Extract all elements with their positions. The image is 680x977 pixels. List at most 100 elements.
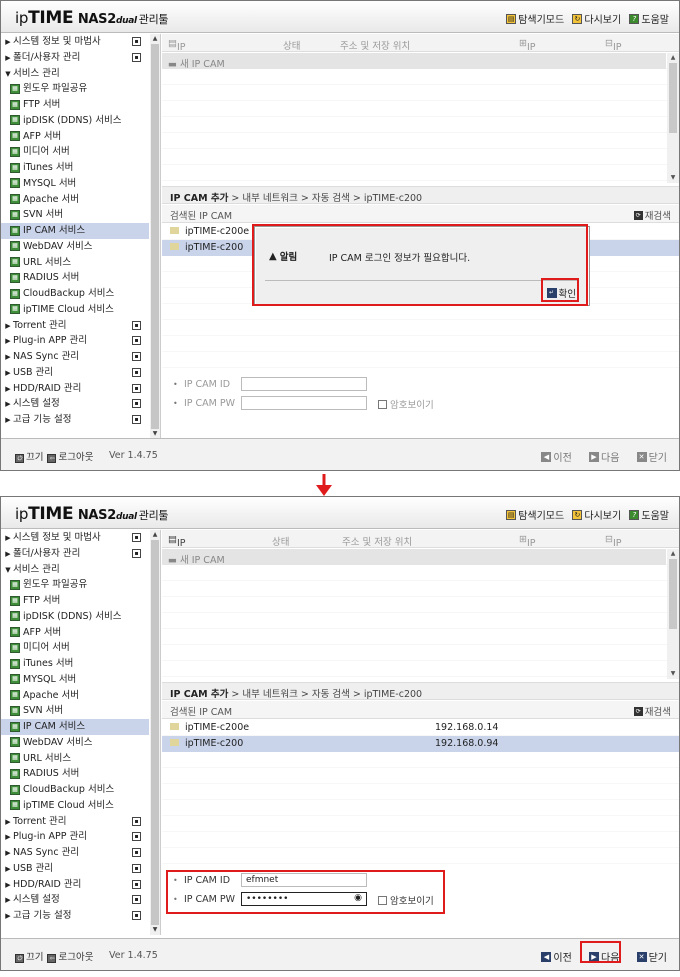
new-camera-row[interactable]: ▬ 새 IP CAM xyxy=(162,549,666,566)
col-name[interactable]: ▤ IP CAM 이름 xyxy=(168,534,198,574)
col-path[interactable]: 주소 및 저장 위치 xyxy=(342,534,412,548)
sidebar-item[interactable]: ▶ Torrent 관리 ▪ xyxy=(1,318,149,334)
sidebar-item[interactable]: ▦ IP CAM 서비스 xyxy=(1,223,149,239)
sidebar-item[interactable]: ▦ iTunes 서버 xyxy=(1,160,149,176)
caret-right-icon: ▶ xyxy=(5,321,11,330)
service-icon: ▦ xyxy=(10,737,20,748)
help-link[interactable]: ? 도움말 xyxy=(629,507,669,522)
sidebar-item[interactable]: ▶ 시스템 정보 및 마법사 ▪ xyxy=(1,530,149,546)
col-status[interactable]: 상태 xyxy=(272,534,289,548)
sidebar-item[interactable]: ▶ Plug-in APP 관리 ▪ xyxy=(1,333,149,349)
pw-input[interactable] xyxy=(241,396,367,410)
sidebar-item[interactable]: ▦ RADIUS 서버 xyxy=(1,766,149,782)
sidebar-item[interactable]: ▶ HDD/RAID 관리 ▪ xyxy=(1,877,149,893)
logout-button[interactable]: ⇦ 로그아웃 xyxy=(43,452,93,463)
sidebar-item[interactable]: ▦ iTunes 서버 xyxy=(1,656,149,672)
delete-camera-button[interactable]: ⊟ IP CAM 삭제 xyxy=(605,534,634,574)
sidebar-item[interactable]: ▦ RADIUS 서버 xyxy=(1,270,149,286)
refresh-link[interactable]: ↻ 다시보기 xyxy=(572,507,621,522)
sidebar-item[interactable]: ▦ IP CAM 서비스 xyxy=(1,719,149,735)
sidebar-item[interactable]: ▦ 미디어 서버 xyxy=(1,144,149,160)
sidebar-item[interactable]: ▦ MYSQL 서버 xyxy=(1,176,149,192)
sidebar-item[interactable]: ▦ CloudBackup 서비스 xyxy=(1,782,149,798)
add-camera-button[interactable]: ⊞ IP CAM 추가 xyxy=(519,38,548,78)
sidebar-item[interactable]: ▶ Torrent 관리 ▪ xyxy=(1,814,149,830)
sidebar-item[interactable]: ▦ ipTIME Cloud 서비스 xyxy=(1,302,149,318)
camera-table-scrollbar[interactable]: ▲ ▼ xyxy=(667,549,679,679)
sidebar-item[interactable]: ▶ 시스템 설정 ▪ xyxy=(1,396,149,412)
sidebar-item[interactable]: ▦ FTP 서버 xyxy=(1,593,149,609)
next-button[interactable]: ▶ 다음 xyxy=(587,448,621,465)
add-camera-button[interactable]: ⊞ IP CAM 추가 xyxy=(519,534,548,574)
sidebar-item[interactable]: ▦ 윈도우 파일공유 xyxy=(1,577,149,593)
sidebar-item[interactable]: ▦ ipDISK (DDNS) 서비스 xyxy=(1,609,149,625)
sidebar-item[interactable]: ▦ 미디어 서버 xyxy=(1,640,149,656)
show-password-checkbox[interactable]: 암호보이기 xyxy=(378,893,434,907)
col-path[interactable]: 주소 및 저장 위치 xyxy=(340,38,410,52)
explorer-mode-link[interactable]: ▤ 탐색기모드 xyxy=(506,507,564,522)
sidebar-scrollbar[interactable]: ▲ ▼ xyxy=(150,34,160,439)
explorer-mode-link[interactable]: ▤ 탐색기모드 xyxy=(506,11,564,26)
sidebar-item[interactable]: ▦ MYSQL 서버 xyxy=(1,672,149,688)
close-button[interactable]: ✕ 닫기 xyxy=(635,448,669,465)
col-name[interactable]: ▤ IP CAM 이름 xyxy=(168,38,198,78)
sidebar-scrollbar[interactable]: ▲ ▼ xyxy=(150,530,160,935)
refresh-link[interactable]: ↻ 다시보기 xyxy=(572,11,621,26)
sidebar-item[interactable]: ▶ 폴더/사용자 관리 ▪ xyxy=(1,546,149,562)
sidebar-item[interactable]: ▦ AFP 서버 xyxy=(1,625,149,641)
sidebar-item[interactable]: ▦ URL 서비스 xyxy=(1,255,149,271)
show-password-checkbox[interactable]: 암호보이기 xyxy=(378,397,434,411)
usb-icon: ▪ xyxy=(132,367,141,377)
sidebar-item[interactable]: ▦ ipTIME Cloud 서비스 xyxy=(1,798,149,814)
col-status[interactable]: 상태 xyxy=(283,38,300,52)
close-button[interactable]: ✕ 닫기 xyxy=(635,948,669,965)
sidebar-item[interactable]: ▦ WebDAV 서비스 xyxy=(1,239,149,255)
sidebar-item[interactable]: ▦ URL 서비스 xyxy=(1,751,149,767)
power-off-button[interactable]: ⏻ 끄기 xyxy=(11,452,43,463)
sidebar-item[interactable]: ▼ 서비스 관리 xyxy=(1,66,149,82)
camera-table-scrollbar[interactable]: ▲ ▼ xyxy=(667,53,679,183)
caret-right-icon: ▶ xyxy=(5,864,11,873)
sidebar-item[interactable]: ▦ 윈도우 파일공유 xyxy=(1,81,149,97)
rescan-button[interactable]: ⟳ 재검색 xyxy=(633,208,671,222)
sidebar-item[interactable]: ▦ CloudBackup 서비스 xyxy=(1,286,149,302)
power-off-button[interactable]: ⏻ 끄기 xyxy=(11,952,43,963)
sidebar-item[interactable]: ▶ 고급 기능 설정 ▪ xyxy=(1,412,149,428)
sidebar-item[interactable]: ▶ NAS Sync 관리 ▪ xyxy=(1,349,149,365)
sidebar-item[interactable]: ▦ WebDAV 서비스 xyxy=(1,735,149,751)
sidebar-item[interactable]: ▶ USB 관리 ▪ xyxy=(1,861,149,877)
sidebar-item[interactable]: ▦ ipDISK (DDNS) 서비스 xyxy=(1,113,149,129)
sidebar-item[interactable]: ▶ NAS Sync 관리 ▪ xyxy=(1,845,149,861)
sidebar-item[interactable]: ▶ USB 관리 ▪ xyxy=(1,365,149,381)
sidebar-item[interactable]: ▶ Plug-in APP 관리 ▪ xyxy=(1,829,149,845)
id-input[interactable] xyxy=(241,377,367,391)
sidebar-item[interactable]: ▦ Apache 서버 xyxy=(1,688,149,704)
logout-button[interactable]: ⇦ 로그아웃 xyxy=(43,952,93,963)
device-row[interactable]: ipTIME-c200 192.168.0.94 xyxy=(162,736,679,752)
sidebar-item[interactable]: ▼ 서비스 관리 xyxy=(1,562,149,578)
delete-camera-button[interactable]: ⊟ IP CAM 삭제 xyxy=(605,38,634,78)
sidebar-item[interactable]: ▶ 고급 기능 설정 ▪ xyxy=(1,908,149,924)
prev-button[interactable]: ◀ 이전 xyxy=(539,448,573,465)
sidebar-item[interactable]: ▶ 시스템 설정 ▪ xyxy=(1,892,149,908)
sidebar-item[interactable]: ▶ HDD/RAID 관리 ▪ xyxy=(1,381,149,397)
sidebar-item[interactable]: ▦ AFP 서버 xyxy=(1,129,149,145)
next-button[interactable]: ▶ 다음 xyxy=(587,948,621,965)
sidebar-item[interactable]: ▦ FTP 서버 xyxy=(1,97,149,113)
pw-input[interactable]: •••••••• ◉ xyxy=(241,892,367,906)
dialog-ok-button[interactable]: ↵ 확인 xyxy=(544,285,579,300)
device-row[interactable]: ipTIME-c200e 192.168.0.14 xyxy=(162,720,679,736)
sidebar-item[interactable]: ▶ 폴더/사용자 관리 ▪ xyxy=(1,50,149,66)
sidebar-item[interactable]: ▦ SVN 서버 xyxy=(1,207,149,223)
help-link[interactable]: ? 도움말 xyxy=(629,11,669,26)
dialog-message: IP CAM 로그인 정보가 필요합니다. xyxy=(329,253,471,264)
sidebar-item[interactable]: ▦ SVN 서버 xyxy=(1,703,149,719)
new-camera-row[interactable]: ▬ 새 IP CAM xyxy=(162,53,666,70)
rescan-button[interactable]: ⟳ 재검색 xyxy=(633,704,671,718)
detected-header: 검색된 IP CAM ⟳ 재검색 xyxy=(162,701,679,719)
sidebar-item[interactable]: ▦ Apache 서버 xyxy=(1,192,149,208)
sidebar-item[interactable]: ▶ 시스템 정보 및 마법사 ▪ xyxy=(1,34,149,50)
id-input[interactable]: efmnet xyxy=(241,873,367,887)
eye-icon[interactable]: ◉ xyxy=(354,893,362,903)
prev-button[interactable]: ◀ 이전 xyxy=(539,948,573,965)
